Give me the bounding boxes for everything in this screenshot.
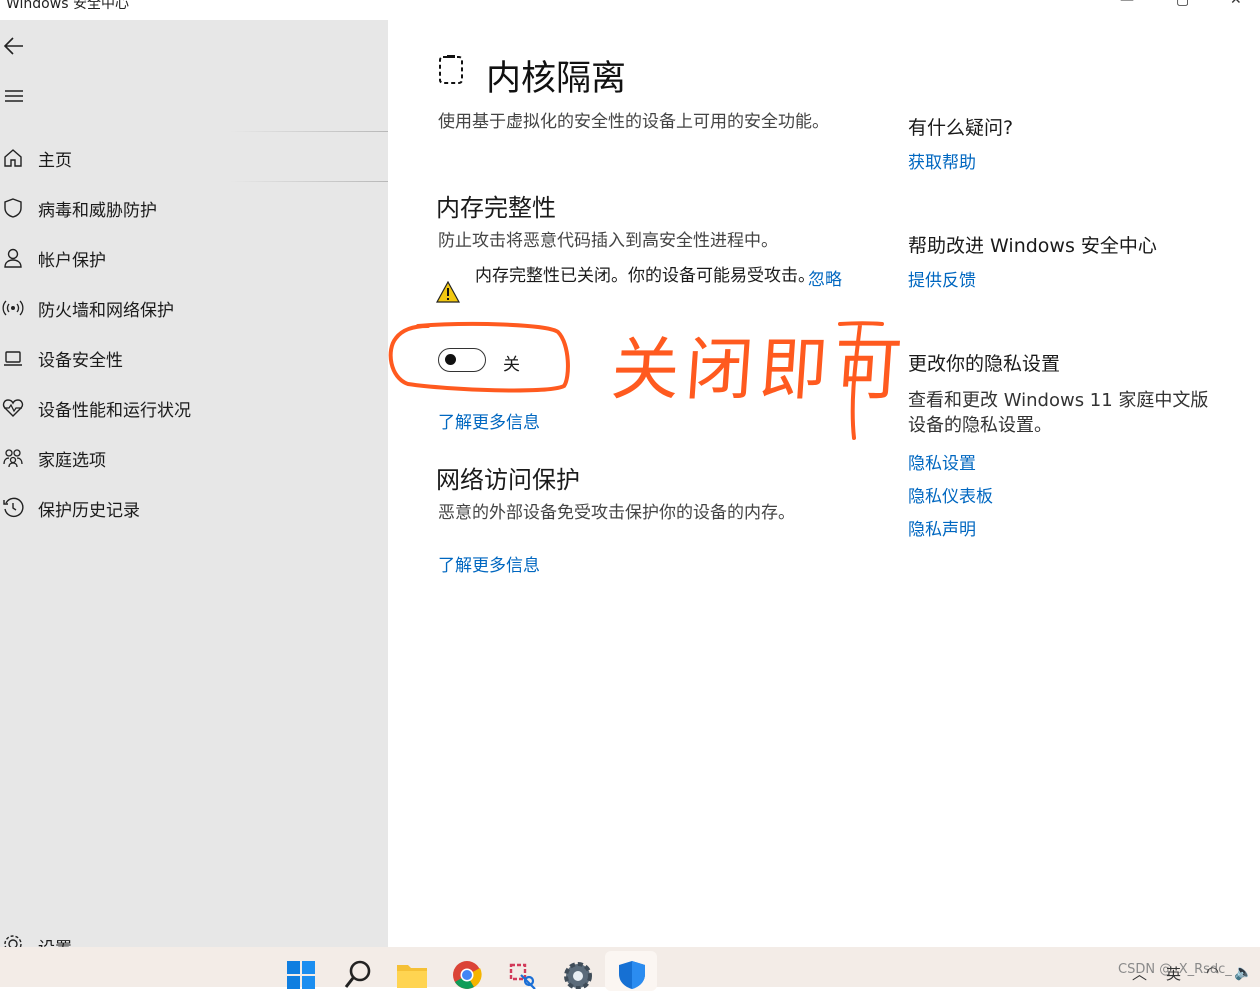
sidebar-item-device-security[interactable]: 设备安全性	[0, 340, 388, 374]
maximize-icon[interactable]: ▢	[1176, 0, 1189, 8]
close-icon[interactable]: ✕	[1230, 0, 1242, 8]
sidebar-item-firewall[interactable]: 防火墙和网络保护	[0, 290, 388, 324]
sidebar-item-protection-history[interactable]: 保护历史记录	[0, 490, 388, 524]
sidebar-item-family-options[interactable]: 家庭选项	[0, 440, 388, 474]
laptop-icon	[4, 351, 22, 366]
memory-integrity-heading: 内存完整性	[436, 194, 556, 222]
get-help-link[interactable]: 获取帮助	[908, 148, 976, 173]
sidebar-item-virus-protection[interactable]: 病毒和威胁防护	[0, 190, 388, 224]
wireless-signal-icon	[2, 300, 24, 316]
windows-start-icon[interactable]	[285, 959, 317, 989]
back-arrow-icon[interactable]	[2, 35, 26, 57]
shield-icon	[4, 198, 22, 218]
family-icon	[3, 449, 23, 468]
help-heading: 有什么疑问?	[908, 117, 1014, 139]
sidebar-item-label: 设备性能和运行状况	[38, 401, 191, 421]
feedback-link[interactable]: 提供反馈	[908, 266, 976, 291]
title-bar: Windows 安全中心 — ▢ ✕	[0, 0, 1260, 20]
chrome-icon[interactable]	[451, 959, 483, 989]
tray-overflow-chevron-icon[interactable]: ︿	[1132, 963, 1147, 984]
sidebar-item-label: 主页	[38, 151, 72, 171]
annotation-text: 关闭即可	[608, 331, 911, 410]
hamburger-menu-icon[interactable]	[4, 88, 24, 104]
file-explorer-icon[interactable]	[396, 959, 428, 989]
divider	[230, 131, 388, 132]
taskbar: CSDN @_X_Rsdc_ ︿ 英 ◠ 🔈	[0, 947, 1260, 991]
snipping-tool-icon[interactable]	[507, 959, 539, 989]
volume-icon[interactable]: 🔈	[1234, 963, 1253, 981]
divider	[230, 181, 388, 182]
person-icon	[4, 248, 22, 268]
improve-heading: 帮助改进 Windows 安全中心	[908, 235, 1157, 257]
privacy-heading: 更改你的隐私设置	[908, 353, 1061, 375]
sidebar-item-label: 设备安全性	[38, 351, 123, 371]
minimize-icon[interactable]: —	[1120, 0, 1134, 8]
window-title: Windows 安全中心	[6, 0, 129, 12]
privacy-dashboard-link[interactable]: 隐私仪表板	[908, 482, 993, 507]
windows-security-shield-icon[interactable]	[616, 959, 648, 989]
sidebar-item-settings[interactable]: 设置	[0, 925, 388, 947]
privacy-settings-link[interactable]: 隐私设置	[908, 449, 976, 474]
network-access-description: 恶意的外部设备免受攻击保护你的设备的内存。	[438, 503, 795, 523]
settings-gear-icon	[4, 935, 22, 947]
sidebar-item-home[interactable]: 主页	[0, 140, 388, 174]
privacy-text: 查看和更改 Windows 11 家庭中文版设备的隐私设置。	[908, 390, 1209, 436]
history-clock-icon	[3, 497, 24, 518]
main-content: 内核隔离 使用基于虚拟化的安全性的设备上可用的安全功能。 内存完整性 防止攻击将…	[388, 20, 1260, 947]
page-title: 内核隔离	[486, 59, 627, 99]
page-description: 使用基于虚拟化的安全性的设备上可用的安全功能。	[438, 112, 829, 132]
warning-icon	[436, 281, 460, 303]
sidebar-item-label: 帐户保护	[38, 251, 106, 271]
privacy-statement-link[interactable]: 隐私声明	[908, 515, 976, 540]
sidebar-item-label: 防火墙和网络保护	[38, 301, 174, 321]
input-language-indicator[interactable]: 英	[1166, 963, 1181, 984]
sidebar-item-label: 保护历史记录	[38, 501, 140, 521]
network-access-learn-more-link[interactable]: 了解更多信息	[438, 551, 540, 576]
sidebar-item-account-protection[interactable]: 帐户保护	[0, 240, 388, 274]
home-icon	[4, 149, 22, 167]
core-isolation-chip-icon	[439, 55, 463, 84]
dismiss-link[interactable]: 忽略	[808, 265, 842, 290]
sidebar-item-label: 设置	[38, 934, 72, 947]
memory-integrity-warning: 内存完整性已关闭。你的设备可能易受攻击。	[475, 266, 815, 286]
settings-gear-icon[interactable]	[562, 959, 594, 989]
memory-integrity-description: 防止攻击将恶意代码插入到高安全性进程中。	[438, 231, 778, 251]
sidebar: 主页 病毒和威胁防护 帐户保护 防火墙和网络保护 设备安全性 设备性能和运行状况…	[0, 20, 388, 947]
sidebar-item-label: 病毒和威胁防护	[38, 201, 157, 221]
heart-pulse-icon	[2, 399, 24, 417]
sidebar-item-label: 家庭选项	[38, 451, 106, 471]
search-icon[interactable]	[342, 959, 374, 989]
network-access-heading: 网络访问保护	[436, 466, 580, 494]
sidebar-item-device-performance[interactable]: 设备性能和运行状况	[0, 390, 388, 424]
wifi-icon[interactable]: ◠	[1206, 963, 1219, 981]
